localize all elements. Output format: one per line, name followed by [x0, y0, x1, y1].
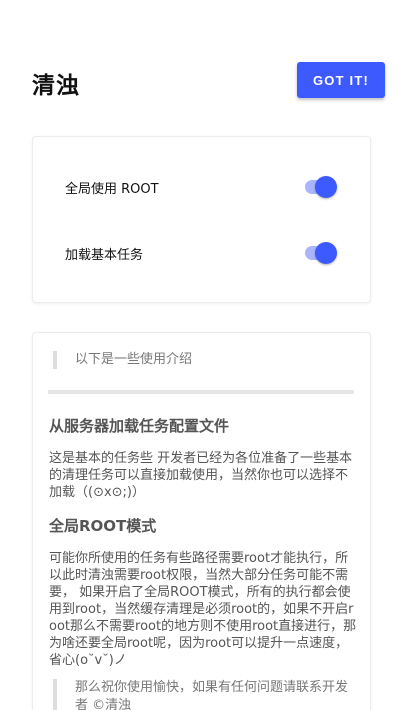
switch-thumb	[315, 176, 337, 198]
switch-thumb	[315, 242, 337, 264]
got-it-button[interactable]: GOT IT!	[297, 62, 385, 98]
intro-screen: 清浊 GOT IT! 全局使用 ROOT 加载基本任务 以下是一些使用介绍 从服…	[0, 0, 401, 710]
setting-row-global-root: 全局使用 ROOT	[33, 167, 370, 207]
app-title: 清浊	[32, 73, 80, 99]
setting-row-load-basic-tasks: 加载基本任务	[33, 233, 370, 273]
setting-label-load-basic-tasks: 加载基本任务	[65, 248, 144, 263]
load-basic-tasks-toggle[interactable]	[303, 241, 339, 265]
settings-card: 全局使用 ROOT 加载基本任务	[32, 136, 371, 303]
header: 清浊 GOT IT!	[0, 0, 401, 120]
global-root-toggle[interactable]	[303, 175, 339, 199]
intro-quote: 以下是一些使用介绍	[53, 351, 359, 369]
section-body-global-root: 可能你所使用的任务有些路径需要root才能执行，所以此时清浊需要root权限，当…	[49, 551, 357, 668]
section-heading-global-root: 全局ROOT模式	[49, 517, 157, 535]
section-heading-server-config: 从服务器加载任务配置文件	[49, 417, 230, 435]
closing-quote: 那么祝你使用愉快，如果有任何问题请联系开发者 ©清浊	[53, 679, 359, 710]
usage-guide-card: 以下是一些使用介绍 从服务器加载任务配置文件 这是基本的任务些 开发者已经为各位…	[32, 332, 371, 710]
divider	[48, 390, 354, 394]
section-body-server-config: 这是基本的任务些 开发者已经为各位准备了一些基本的清理任务可以直接加载使用，当然…	[49, 451, 353, 500]
setting-label-global-root: 全局使用 ROOT	[65, 182, 159, 197]
